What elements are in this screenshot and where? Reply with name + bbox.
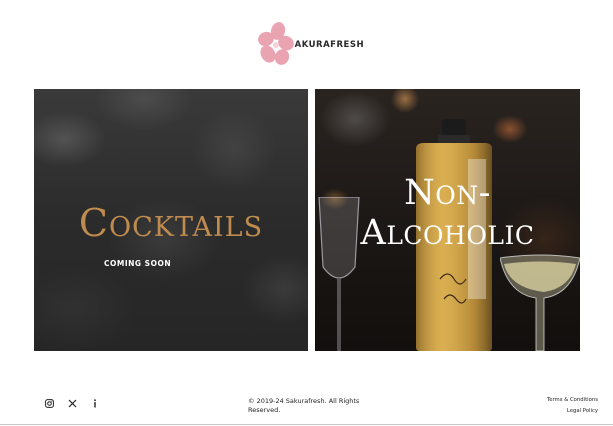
footer-links: Terms & Conditions Legal Policy [547, 395, 598, 417]
non-alcoholic-panel[interactable]: Non- Alcoholic [315, 89, 580, 351]
brand-name: SAKURAFRESH [288, 40, 365, 50]
legal-policy-link[interactable]: Legal Policy [547, 406, 598, 417]
info-icon[interactable] [90, 398, 100, 408]
instagram-icon[interactable] [44, 398, 54, 408]
terms-link[interactable]: Terms & Conditions [547, 395, 598, 406]
martini-glass-image [500, 254, 580, 351]
bottom-divider [0, 424, 613, 425]
sakura-flower-icon [256, 21, 296, 67]
social-links [44, 398, 100, 408]
copyright-text: © 2019-24 Sakurafresh. All Rights Reserv… [248, 397, 360, 414]
cocktails-title: Cocktails [78, 201, 264, 245]
page: SAKURAFRESH Cocktails COMING SOON Non- A… [0, 0, 613, 426]
non-alcoholic-title-line-1: Non- [404, 173, 491, 213]
non-alcoholic-title-line-2: Alcoholic [360, 213, 535, 253]
coming-soon-label: COMING SOON [104, 259, 172, 268]
non-alcoholic-title: Non- Alcoholic [315, 173, 580, 253]
cocktails-panel[interactable]: Cocktails COMING SOON [34, 89, 308, 351]
brand-logo[interactable]: SAKURAFRESH [256, 20, 364, 68]
x-icon[interactable] [67, 398, 77, 408]
